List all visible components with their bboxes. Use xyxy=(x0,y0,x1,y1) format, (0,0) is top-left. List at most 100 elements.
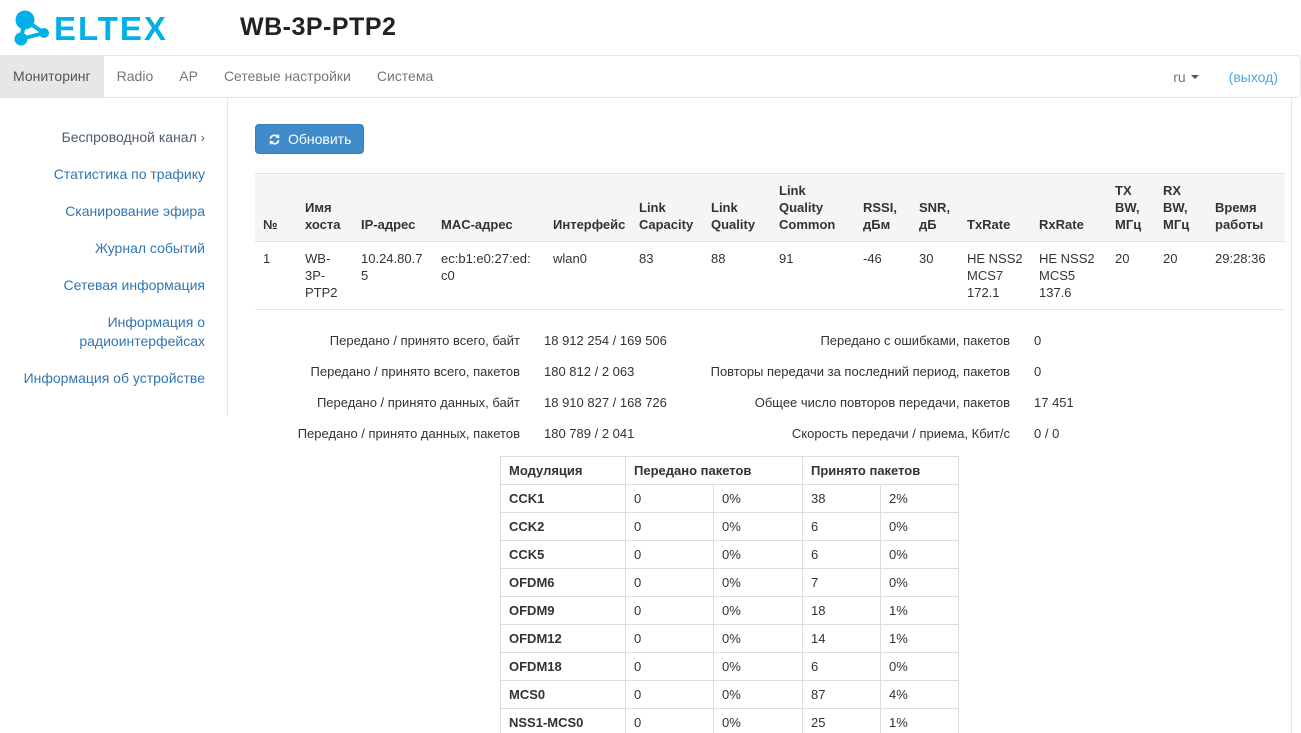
wireless-table-row: 1 WB-3P-PTP2 10.24.80.75 ec:b1:e0:27:ed:… xyxy=(255,241,1285,310)
stat-total-retries: Общее число повторов передачи, пакетов 1… xyxy=(707,388,1135,419)
cell-rxrate: HE NSS2 MCS5 137.6 xyxy=(1031,241,1107,310)
modulation-value: 18 xyxy=(802,596,881,625)
modulation-value: 0 xyxy=(625,708,714,733)
stat-label: Передано / принято всего, байт xyxy=(329,333,520,348)
cell-snr: 30 xyxy=(911,241,959,310)
col-link-capacity: Link Capacity xyxy=(631,173,703,242)
modulation-row: CCK5 0 0% 6 0% xyxy=(500,540,959,569)
modulation-value: 0% xyxy=(713,484,803,513)
refresh-button[interactable]: Обновить xyxy=(255,124,365,154)
cell-tx-bw: 20 xyxy=(1107,241,1155,310)
sidebar-item-event-log[interactable]: Журнал событий xyxy=(0,230,227,267)
col-rx-packets: Принято пакетов xyxy=(802,456,959,485)
chevron-right-icon: › xyxy=(200,130,205,145)
cell-rssi: -46 xyxy=(855,241,911,310)
logo-molecule-node xyxy=(15,10,35,29)
modulation-value: 0 xyxy=(625,540,714,569)
tab-ap[interactable]: AP xyxy=(166,56,211,97)
page-right-divider xyxy=(1291,98,1292,733)
modulation-name: CCK5 xyxy=(500,540,626,569)
sidebar-item-air-scan[interactable]: Сканирование эфира xyxy=(0,193,227,230)
tab-radio[interactable]: Radio xyxy=(104,56,167,97)
modulation-value: 0 xyxy=(625,652,714,681)
tab-monitoring[interactable]: Мониторинг xyxy=(0,56,104,97)
cell-number: 1 xyxy=(255,241,297,310)
stat-data-bytes: Передано / принято данных, байт 18 910 8… xyxy=(255,388,707,419)
language-dropdown[interactable]: ru xyxy=(1173,68,1199,85)
modulation-header-row: Модуляция Передано пакетов Принято пакет… xyxy=(500,456,959,485)
modulation-value: 2% xyxy=(880,484,959,513)
main-navbar: Мониторинг Radio AP Сетевые настройки Си… xyxy=(0,55,1301,98)
modulation-value: 1% xyxy=(880,624,959,653)
tab-system[interactable]: Система xyxy=(364,56,446,97)
stat-data-packets: Передано / принято данных, пакетов 180 7… xyxy=(255,419,707,450)
content-area: Беспроводной канал › Статистика по трафи… xyxy=(0,98,1301,733)
modulation-name: OFDM18 xyxy=(500,652,626,681)
sidebar-item-radio-interfaces-info[interactable]: Информация о радиоинтерфейсах xyxy=(0,304,227,360)
modulation-value: 0 xyxy=(625,484,714,513)
modulation-value: 0% xyxy=(880,652,959,681)
modulation-row: OFDM18 0 0% 6 0% xyxy=(500,652,959,681)
stat-label: Повторы передачи за последний период, па… xyxy=(710,364,1010,379)
stat-label: Передано с ошибками, пакетов xyxy=(820,333,1010,348)
col-hostname: Имя хоста xyxy=(297,173,353,242)
modulation-row: MCS0 0 0% 87 4% xyxy=(500,680,959,709)
sidebar-item-wireless-channel[interactable]: Беспроводной канал › xyxy=(0,119,227,156)
modulation-value: 0 xyxy=(625,680,714,709)
modulation-value: 0% xyxy=(713,540,803,569)
logout-link[interactable]: (выход) xyxy=(1229,69,1278,85)
modulation-table: Модуляция Передано пакетов Принято пакет… xyxy=(500,456,959,733)
modulation-value: 14 xyxy=(802,624,881,653)
modulation-name: OFDM9 xyxy=(500,596,626,625)
refresh-icon xyxy=(269,133,280,145)
modulation-value: 6 xyxy=(802,652,881,681)
modulation-name: MCS0 xyxy=(500,680,626,709)
modulation-row: CCK1 0 0% 38 2% xyxy=(500,484,959,513)
refresh-button-label: Обновить xyxy=(288,131,352,147)
stat-value: 0 xyxy=(1034,333,1042,348)
page-header: ELTEX WB-3P-PTP2 xyxy=(0,0,1301,55)
sidebar-item-network-info[interactable]: Сетевая информация xyxy=(0,267,227,304)
sidebar-item-traffic-statistics[interactable]: Статистика по трафику xyxy=(0,156,227,193)
col-link-quality: Link Quality xyxy=(703,173,771,242)
modulation-value: 0% xyxy=(713,708,803,733)
stat-value: 17 451 xyxy=(1034,395,1074,410)
tab-network-settings[interactable]: Сетевые настройки xyxy=(211,56,364,97)
modulation-value: 0% xyxy=(713,596,803,625)
stat-retries-last-period: Повторы передачи за последний период, па… xyxy=(707,357,1135,388)
modulation-row: CCK2 0 0% 6 0% xyxy=(500,512,959,541)
col-interface: Интерфейс xyxy=(545,173,631,242)
cell-link-capacity: 83 xyxy=(631,241,703,310)
cell-link-quality: 88 xyxy=(703,241,771,310)
navbar-right: ru (выход) xyxy=(1173,56,1300,97)
stat-value: 0 / 0 xyxy=(1034,426,1060,441)
stat-value: 0 xyxy=(1034,364,1042,379)
modulation-value: 0% xyxy=(713,624,803,653)
wireless-link-table: № Имя хоста IP-адрес MAC-адрес Интерфейс… xyxy=(255,173,1285,310)
modulation-name: OFDM6 xyxy=(500,568,626,597)
wireless-table-header-row: № Имя хоста IP-адрес MAC-адрес Интерфейс… xyxy=(255,173,1285,242)
stat-value: 18 912 254 / 169 506 xyxy=(544,333,667,348)
logo-text: ELTEX xyxy=(54,10,168,47)
col-ip: IP-адрес xyxy=(353,173,433,242)
stat-label: Передано / принято данных, байт xyxy=(316,395,520,410)
modulation-value: 7 xyxy=(802,568,881,597)
modulation-row: OFDM6 0 0% 7 0% xyxy=(500,568,959,597)
modulation-value: 0% xyxy=(880,512,959,541)
modulation-value: 0 xyxy=(625,596,714,625)
modulation-name: CCK1 xyxy=(500,484,626,513)
col-rssi: RSSI, дБм xyxy=(855,173,911,242)
stat-total-bytes: Передано / принято всего, байт 18 912 25… xyxy=(255,326,707,357)
sidebar-item-device-info[interactable]: Информация об устройстве xyxy=(0,360,227,397)
modulation-table-body: CCK1 0 0% 38 2% CCK2 0 0% 6 0% CCK5 0 0% 6 0% OFDM6 0 0% 7… xyxy=(500,484,959,733)
col-rx-bw: RX BW, МГц xyxy=(1155,173,1207,242)
stat-total-packets: Передано / принято всего, пакетов 180 81… xyxy=(255,357,707,388)
stat-label: Передано / принято данных, пакетов xyxy=(297,426,520,441)
caret-down-icon xyxy=(1190,74,1199,79)
cell-rx-bw: 20 xyxy=(1155,241,1207,310)
page-title: WB-3P-PTP2 xyxy=(240,13,397,41)
modulation-row: OFDM12 0 0% 14 1% xyxy=(500,624,959,653)
language-label: ru xyxy=(1173,68,1186,85)
cell-txrate: HE NSS2 MCS7 172.1 xyxy=(959,241,1031,310)
col-modulation: Модуляция xyxy=(500,456,626,485)
